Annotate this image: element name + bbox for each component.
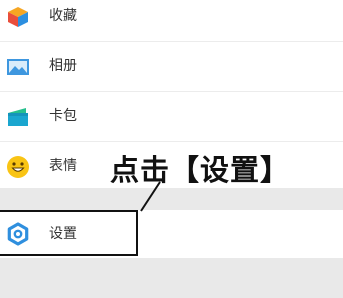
menu-item-wallet[interactable]: 卡包	[0, 92, 343, 142]
cube-icon	[6, 5, 30, 29]
section-divider	[0, 188, 343, 210]
menu-item-label: 相册	[49, 58, 77, 74]
menu-item-label: 收藏	[49, 8, 77, 24]
menu-item-favorites[interactable]: 收藏	[0, 0, 343, 42]
picture-icon	[6, 55, 30, 79]
wallet-icon	[6, 105, 30, 129]
smiley-icon	[6, 155, 30, 179]
instruction-annotation: 点击【设置】	[110, 153, 291, 187]
section-divider	[0, 258, 343, 298]
menu-item-album[interactable]: 相册	[0, 42, 343, 92]
menu-item-label: 卡包	[49, 108, 77, 124]
menu-item-label: 表情	[49, 158, 77, 174]
highlight-box	[0, 210, 138, 256]
